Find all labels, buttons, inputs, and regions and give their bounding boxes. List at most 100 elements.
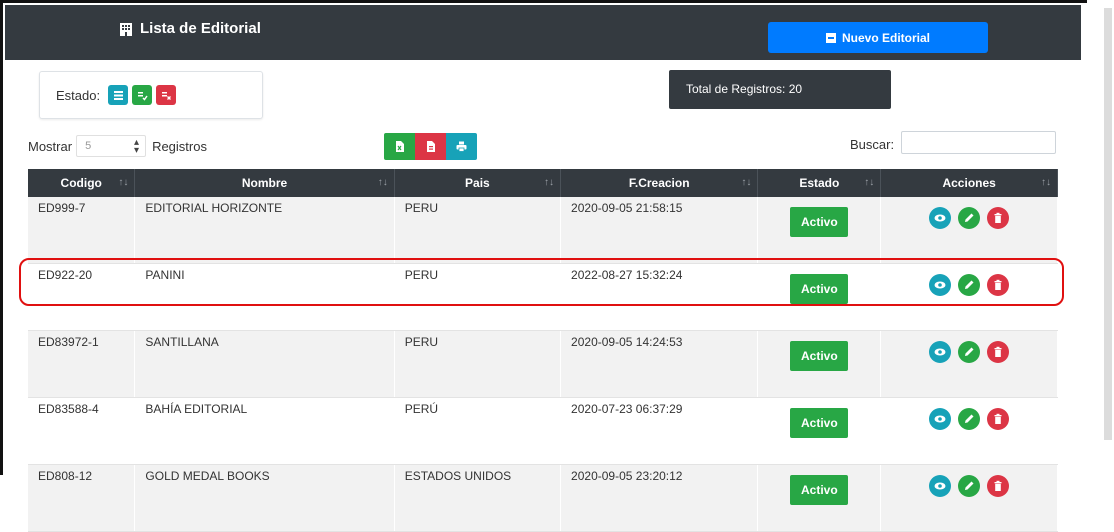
col-header-fecha[interactable]: F.Creacion ↑↓ — [560, 169, 759, 197]
print-button[interactable] — [446, 133, 477, 160]
edit-button[interactable] — [958, 207, 981, 229]
estado-all-button[interactable] — [108, 85, 128, 105]
sort-icon: ↑↓ — [544, 177, 555, 188]
cell-estado: Activo — [757, 330, 882, 398]
cell-acciones — [880, 263, 1058, 331]
col-header-estado[interactable]: Estado ↑↓ — [757, 169, 882, 197]
select-arrows-icon: ▴ ▾ — [134, 137, 140, 156]
col-header-label: Nombre — [241, 176, 288, 190]
list-icon — [113, 90, 123, 100]
col-header-codigo[interactable]: Codigo ↑↓ — [28, 169, 136, 197]
cell-codigo: ED83972-1 — [28, 330, 136, 398]
estado-active-button[interactable] — [132, 85, 152, 105]
view-button[interactable] — [928, 475, 951, 497]
trash-icon — [994, 279, 1002, 290]
cell-acciones — [880, 397, 1058, 465]
length-control: Mostrar 5 ▴ ▾ Registros — [28, 135, 207, 157]
pencil-icon — [965, 280, 974, 289]
col-header-label: Pais — [465, 176, 490, 190]
length-suffix: Registros — [152, 138, 207, 154]
edit-button[interactable] — [958, 274, 981, 296]
edit-button[interactable] — [958, 475, 981, 497]
length-select[interactable]: 5 ▴ ▾ — [76, 135, 147, 157]
cell-codigo: ED999-7 — [28, 197, 136, 264]
cell-pais: PERÚ — [394, 397, 562, 465]
status-badge[interactable]: Activo — [790, 274, 849, 304]
new-editorial-button[interactable]: Nuevo Editorial — [768, 22, 988, 53]
eye-icon — [934, 415, 946, 423]
export-pdf-button[interactable] — [415, 133, 446, 160]
table-row: ED999-7 EDITORIAL HORIZONTE PERU 2020-09… — [28, 197, 1058, 264]
trash-icon — [994, 346, 1002, 357]
page-title-text: Lista de Editorial — [140, 20, 261, 37]
edit-button[interactable] — [958, 408, 981, 430]
table-header-row: Codigo ↑↓ Nombre ↑↓ Pais ↑↓ F.Creacion ↑↓ Es… — [28, 169, 1058, 197]
eye-icon — [934, 214, 946, 222]
status-badge[interactable]: Activo — [790, 475, 849, 505]
length-prefix: Mostrar — [28, 138, 73, 154]
sort-icon: ↑↓ — [1041, 177, 1051, 188]
search-label: Buscar: — [850, 137, 895, 152]
header-bar: Lista de Editorial Nuevo Editorial — [5, 5, 1081, 60]
cell-codigo: ED922-20 — [28, 263, 136, 331]
estado-filter-panel: Estado: — [39, 71, 263, 119]
delete-button[interactable] — [987, 274, 1010, 296]
eye-icon — [934, 482, 946, 490]
print-icon — [456, 141, 467, 152]
cell-fecha: 2020-09-05 21:58:15 — [560, 197, 759, 264]
export-buttons — [384, 133, 477, 160]
cell-pais: PERU — [394, 263, 562, 331]
cell-acciones — [880, 197, 1058, 264]
status-badge[interactable]: Activo — [790, 207, 849, 237]
trash-icon — [994, 212, 1002, 223]
pencil-icon — [965, 414, 974, 423]
export-excel-button[interactable] — [384, 133, 415, 160]
cell-fecha: 2020-09-05 14:24:53 — [560, 330, 759, 398]
sort-icon: ↑↓ — [118, 177, 129, 188]
estado-label: Estado: — [56, 88, 101, 103]
status-badge[interactable]: Activo — [790, 408, 849, 438]
view-button[interactable] — [928, 341, 951, 363]
delete-button[interactable] — [987, 341, 1010, 363]
edit-button[interactable] — [958, 341, 981, 363]
cell-acciones — [880, 330, 1058, 398]
estado-inactive-button[interactable] — [156, 85, 176, 105]
search-input[interactable] — [901, 131, 1056, 154]
view-button[interactable] — [928, 274, 951, 296]
delete-button[interactable] — [987, 408, 1010, 430]
building-icon — [120, 22, 132, 36]
view-button[interactable] — [928, 408, 951, 430]
trash-icon — [994, 480, 1002, 491]
scrollbar[interactable] — [1104, 8, 1112, 440]
col-header-label: F.Creacion — [628, 176, 690, 190]
cell-estado: Activo — [757, 397, 882, 465]
x-list-icon — [161, 91, 171, 100]
square-plus-icon — [825, 32, 836, 43]
cell-pais: PERU — [394, 330, 562, 398]
delete-button[interactable] — [987, 207, 1010, 229]
col-header-label: Estado — [799, 176, 840, 190]
cell-fecha: 2022-08-27 15:32:24 — [560, 263, 759, 331]
editorial-table: Codigo ↑↓ Nombre ↑↓ Pais ↑↓ F.Creacion ↑↓ Es… — [28, 169, 1058, 532]
table-row: ED83588-4 BAHÍA EDITORIAL PERÚ 2020-07-2… — [28, 397, 1058, 465]
table-row: ED922-20 PANINI PERU 2022-08-27 15:32:24… — [28, 263, 1058, 331]
eye-icon — [934, 348, 946, 356]
pdf-file-icon — [427, 141, 435, 152]
view-button[interactable] — [928, 207, 951, 229]
status-badge[interactable]: Activo — [790, 341, 849, 371]
pencil-icon — [965, 481, 974, 490]
cell-nombre: PANINI — [134, 263, 395, 331]
delete-button[interactable] — [987, 475, 1010, 497]
col-header-nombre[interactable]: Nombre ↑↓ — [134, 169, 395, 197]
col-header-pais[interactable]: Pais ↑↓ — [394, 169, 562, 197]
sort-icon: ↑↓ — [377, 177, 388, 188]
check-list-icon — [137, 91, 148, 101]
col-header-label: Codigo — [60, 176, 102, 190]
trash-icon — [994, 413, 1002, 424]
length-value: 5 — [85, 140, 92, 152]
excel-file-icon — [396, 141, 404, 152]
cell-pais: PERU — [394, 197, 562, 264]
col-header-label: Acciones — [942, 176, 996, 190]
cell-nombre: SANTILLANA — [134, 330, 395, 398]
col-header-acciones[interactable]: Acciones ↑↓ — [880, 169, 1058, 197]
